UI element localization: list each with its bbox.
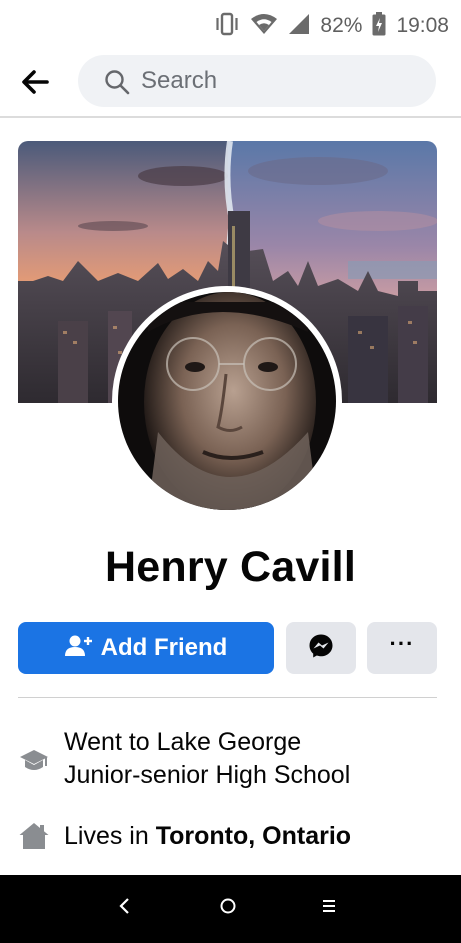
lives-in-text: Lives in Toronto, Ontario: [64, 820, 351, 853]
more-dots-icon: ···: [389, 631, 415, 656]
search-bar[interactable]: Search: [78, 55, 436, 107]
add-friend-icon: [64, 634, 93, 663]
nav-menu-button[interactable]: [314, 893, 344, 923]
nav-home-icon: [219, 897, 237, 920]
graduation-cap-icon: [18, 745, 50, 777]
nav-home-button[interactable]: [213, 893, 243, 923]
search-icon: [104, 69, 130, 100]
nav-back-icon: [118, 897, 132, 920]
education-line-2: Junior-senior High School: [64, 761, 351, 789]
lives-in-prefix: Lives in: [64, 822, 156, 850]
intro-lives-in: Lives in Toronto, Ontario: [18, 820, 351, 853]
intro-education: Went to Lake George Junior-senior High S…: [18, 726, 350, 792]
status-icons: 82% 19:08: [214, 11, 449, 41]
profile-avatar[interactable]: [112, 286, 342, 516]
home-icon: [18, 820, 50, 852]
search-placeholder: Search: [141, 67, 218, 94]
section-divider: [18, 697, 437, 698]
system-nav-bar: [0, 875, 461, 943]
wifi-icon: [250, 13, 278, 40]
top-nav: Search: [0, 50, 461, 118]
education-text: Went to Lake George Junior-senior High S…: [64, 726, 350, 792]
lives-in-place[interactable]: Toronto, Ontario: [156, 822, 351, 850]
clock: 19:08: [396, 14, 449, 37]
message-button[interactable]: [286, 622, 356, 674]
add-friend-label: Add Friend: [100, 634, 228, 661]
back-arrow-icon: [20, 70, 52, 102]
battery-percent: 82%: [320, 14, 363, 37]
messenger-icon: [308, 633, 334, 664]
status-bar: 82% 19:08: [0, 0, 461, 50]
nav-back-button[interactable]: [110, 893, 140, 923]
add-friend-button[interactable]: Add Friend: [18, 622, 274, 674]
nav-menu-icon: [321, 898, 337, 919]
education-line-1: Went to Lake George: [64, 728, 302, 756]
more-options-button[interactable]: ···: [367, 622, 437, 674]
vibrate-icon: [214, 12, 240, 41]
back-button[interactable]: [20, 66, 52, 98]
profile-name: Henry Cavill: [105, 543, 356, 591]
signal-icon: [288, 13, 310, 40]
battery-charging-icon: [372, 11, 386, 41]
